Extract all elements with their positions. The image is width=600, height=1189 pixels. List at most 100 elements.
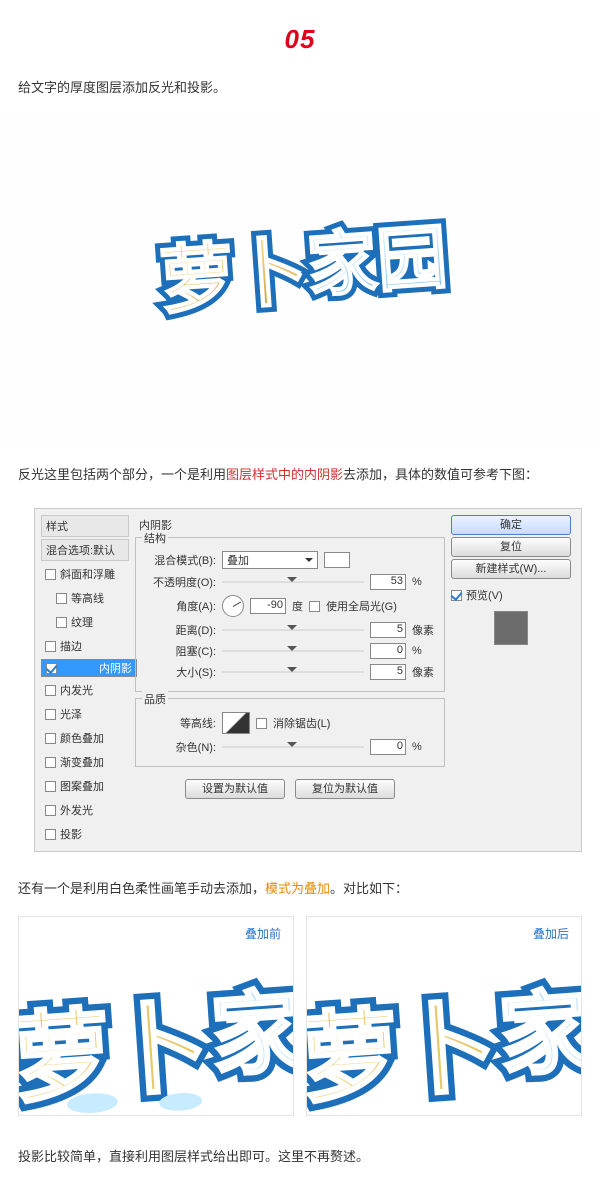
checkbox-icon[interactable] — [45, 685, 56, 696]
angle-wheel[interactable] — [222, 595, 244, 617]
p2-a: 还有一个是利用白色柔性画笔手动去添加， — [18, 881, 265, 896]
checkbox-icon[interactable] — [451, 590, 462, 601]
angle-value[interactable]: -90 — [250, 598, 286, 614]
label: 纹理 — [71, 614, 93, 630]
styles-list: 样式 混合选项:默认 斜面和浮雕 等高线 纹理 描边 内阴影 内发光 光泽 颜色… — [41, 515, 129, 845]
checkbox-icon[interactable] — [45, 829, 56, 840]
intro-text: 给文字的厚度图层添加反光和投影。 — [0, 67, 600, 112]
style-contour[interactable]: 等高线 — [41, 587, 129, 609]
opacity-value[interactable]: 53 — [370, 574, 406, 590]
label: 斜面和浮雕 — [60, 566, 115, 582]
distance-slider[interactable] — [222, 623, 364, 637]
label-choke: 阻塞(C): — [142, 643, 216, 659]
style-pattern-overlay[interactable]: 图案叠加 — [41, 775, 129, 797]
p2-em: 模式为叠加 — [265, 881, 330, 896]
checkbox-icon[interactable] — [45, 709, 56, 720]
svg-text:家园: 家园 — [305, 218, 450, 306]
unit-pct: % — [412, 645, 438, 657]
blend-options-header[interactable]: 混合选项:默认 — [41, 539, 129, 561]
distance-value[interactable]: 5 — [370, 622, 406, 638]
color-swatch[interactable] — [324, 552, 350, 568]
hero-artwork: 萝卜 萝卜 家园 家园 — [0, 112, 600, 442]
label: 光泽 — [60, 706, 82, 722]
checkbox-icon[interactable] — [309, 601, 320, 612]
label-contour: 等高线: — [142, 715, 216, 731]
p1-a: 反光这里包括两个部分，一个是利用 — [18, 467, 226, 482]
style-satin[interactable]: 光泽 — [41, 703, 129, 725]
compare-after: 叠加后 萝卜 萝卜 家 家 — [306, 916, 582, 1116]
preview-label: 预览(V) — [466, 587, 503, 603]
panel-title: 内阴影 — [135, 515, 445, 535]
cancel-button[interactable]: 复位 — [451, 537, 571, 557]
checkbox-icon[interactable] — [45, 641, 56, 652]
checkbox-icon[interactable] — [45, 757, 56, 768]
comparison-row: 叠加前 萝卜 萝卜 家 家 叠加后 萝卜 萝卜 家 家 — [0, 916, 600, 1116]
style-drop-shadow[interactable]: 投影 — [41, 823, 129, 845]
blend-mode-select[interactable]: 叠加 — [222, 551, 318, 569]
group-quality: 品质 等高线: 消除锯齿(L) 杂色(N): 0 % — [135, 698, 445, 767]
checkbox-icon[interactable] — [56, 593, 67, 604]
unit-pct: % — [412, 576, 438, 588]
p1-b: 去添加，具体的数值可参考下图： — [343, 467, 538, 482]
settings-panel: 内阴影 结构 混合模式(B): 叠加 不透明度(O): 53 % 角度(A): … — [135, 515, 445, 845]
label-size: 大小(S): — [142, 664, 216, 680]
label: 内发光 — [60, 682, 93, 698]
checkbox-icon[interactable] — [45, 781, 56, 792]
style-bevel[interactable]: 斜面和浮雕 — [41, 563, 129, 585]
legend-quality: 品质 — [142, 691, 168, 707]
label-global-light: 使用全局光(G) — [326, 598, 397, 614]
checkbox-icon[interactable] — [46, 663, 57, 674]
preview-toggle[interactable]: 预览(V) — [451, 587, 571, 603]
label-noise: 杂色(N): — [142, 739, 216, 755]
checkbox-icon[interactable] — [45, 733, 56, 744]
label: 图案叠加 — [60, 778, 104, 794]
label: 渐变叠加 — [60, 754, 104, 770]
checkbox-icon[interactable] — [256, 718, 267, 729]
noise-value[interactable]: 0 — [370, 739, 406, 755]
choke-slider[interactable] — [222, 644, 364, 658]
dialog-buttons: 确定 复位 新建样式(W)... 预览(V) — [451, 515, 571, 845]
label: 外发光 — [60, 802, 93, 818]
label-angle: 角度(A): — [142, 598, 216, 614]
checkbox-icon[interactable] — [45, 805, 56, 816]
step-number: 05 — [0, 0, 600, 67]
label: 颜色叠加 — [60, 730, 104, 746]
unit-px: 像素 — [412, 622, 438, 638]
style-gradient-overlay[interactable]: 渐变叠加 — [41, 751, 129, 773]
svg-text:家: 家 — [496, 982, 581, 1088]
size-value[interactable]: 5 — [370, 664, 406, 680]
style-inner-glow[interactable]: 内发光 — [41, 679, 129, 701]
svg-text:家: 家 — [208, 982, 293, 1088]
logo-art: 萝卜 萝卜 家园 家园 — [120, 187, 480, 367]
style-stroke[interactable]: 描边 — [41, 635, 129, 657]
size-slider[interactable] — [222, 665, 364, 679]
checkbox-icon[interactable] — [56, 617, 67, 628]
label: 等高线 — [71, 590, 104, 606]
label-opacity: 不透明度(O): — [142, 574, 216, 590]
label-before: 叠加前 — [245, 925, 281, 942]
style-texture[interactable]: 纹理 — [41, 611, 129, 633]
style-outer-glow[interactable]: 外发光 — [41, 799, 129, 821]
checkbox-icon[interactable] — [45, 569, 56, 580]
set-default-button[interactable]: 设置为默认值 — [185, 779, 285, 799]
choke-value[interactable]: 0 — [370, 643, 406, 659]
unit-pct: % — [412, 741, 438, 753]
new-style-button[interactable]: 新建样式(W)... — [451, 559, 571, 579]
compare-before: 叠加前 萝卜 萝卜 家 家 — [18, 916, 294, 1116]
opacity-slider[interactable] — [222, 575, 364, 589]
label: 投影 — [60, 826, 82, 842]
style-color-overlay[interactable]: 颜色叠加 — [41, 727, 129, 749]
contour-picker[interactable] — [222, 712, 250, 734]
preview-swatch — [494, 611, 528, 645]
ok-button[interactable]: 确定 — [451, 515, 571, 535]
paragraph-1: 反光这里包括两个部分，一个是利用图层样式中的内阴影去添加，具体的数值可参考下图： — [0, 442, 600, 502]
layer-style-dialog: 样式 混合选项:默认 斜面和浮雕 等高线 纹理 描边 内阴影 内发光 光泽 颜色… — [34, 508, 582, 852]
style-inner-shadow[interactable]: 内阴影 — [41, 659, 137, 677]
styles-header: 样式 — [41, 515, 129, 537]
noise-slider[interactable] — [222, 740, 364, 754]
reset-default-button[interactable]: 复位为默认值 — [295, 779, 395, 799]
label: 内阴影 — [99, 660, 132, 676]
label: 描边 — [60, 638, 82, 654]
label-after: 叠加后 — [533, 925, 569, 942]
label-distance: 距离(D): — [142, 622, 216, 638]
